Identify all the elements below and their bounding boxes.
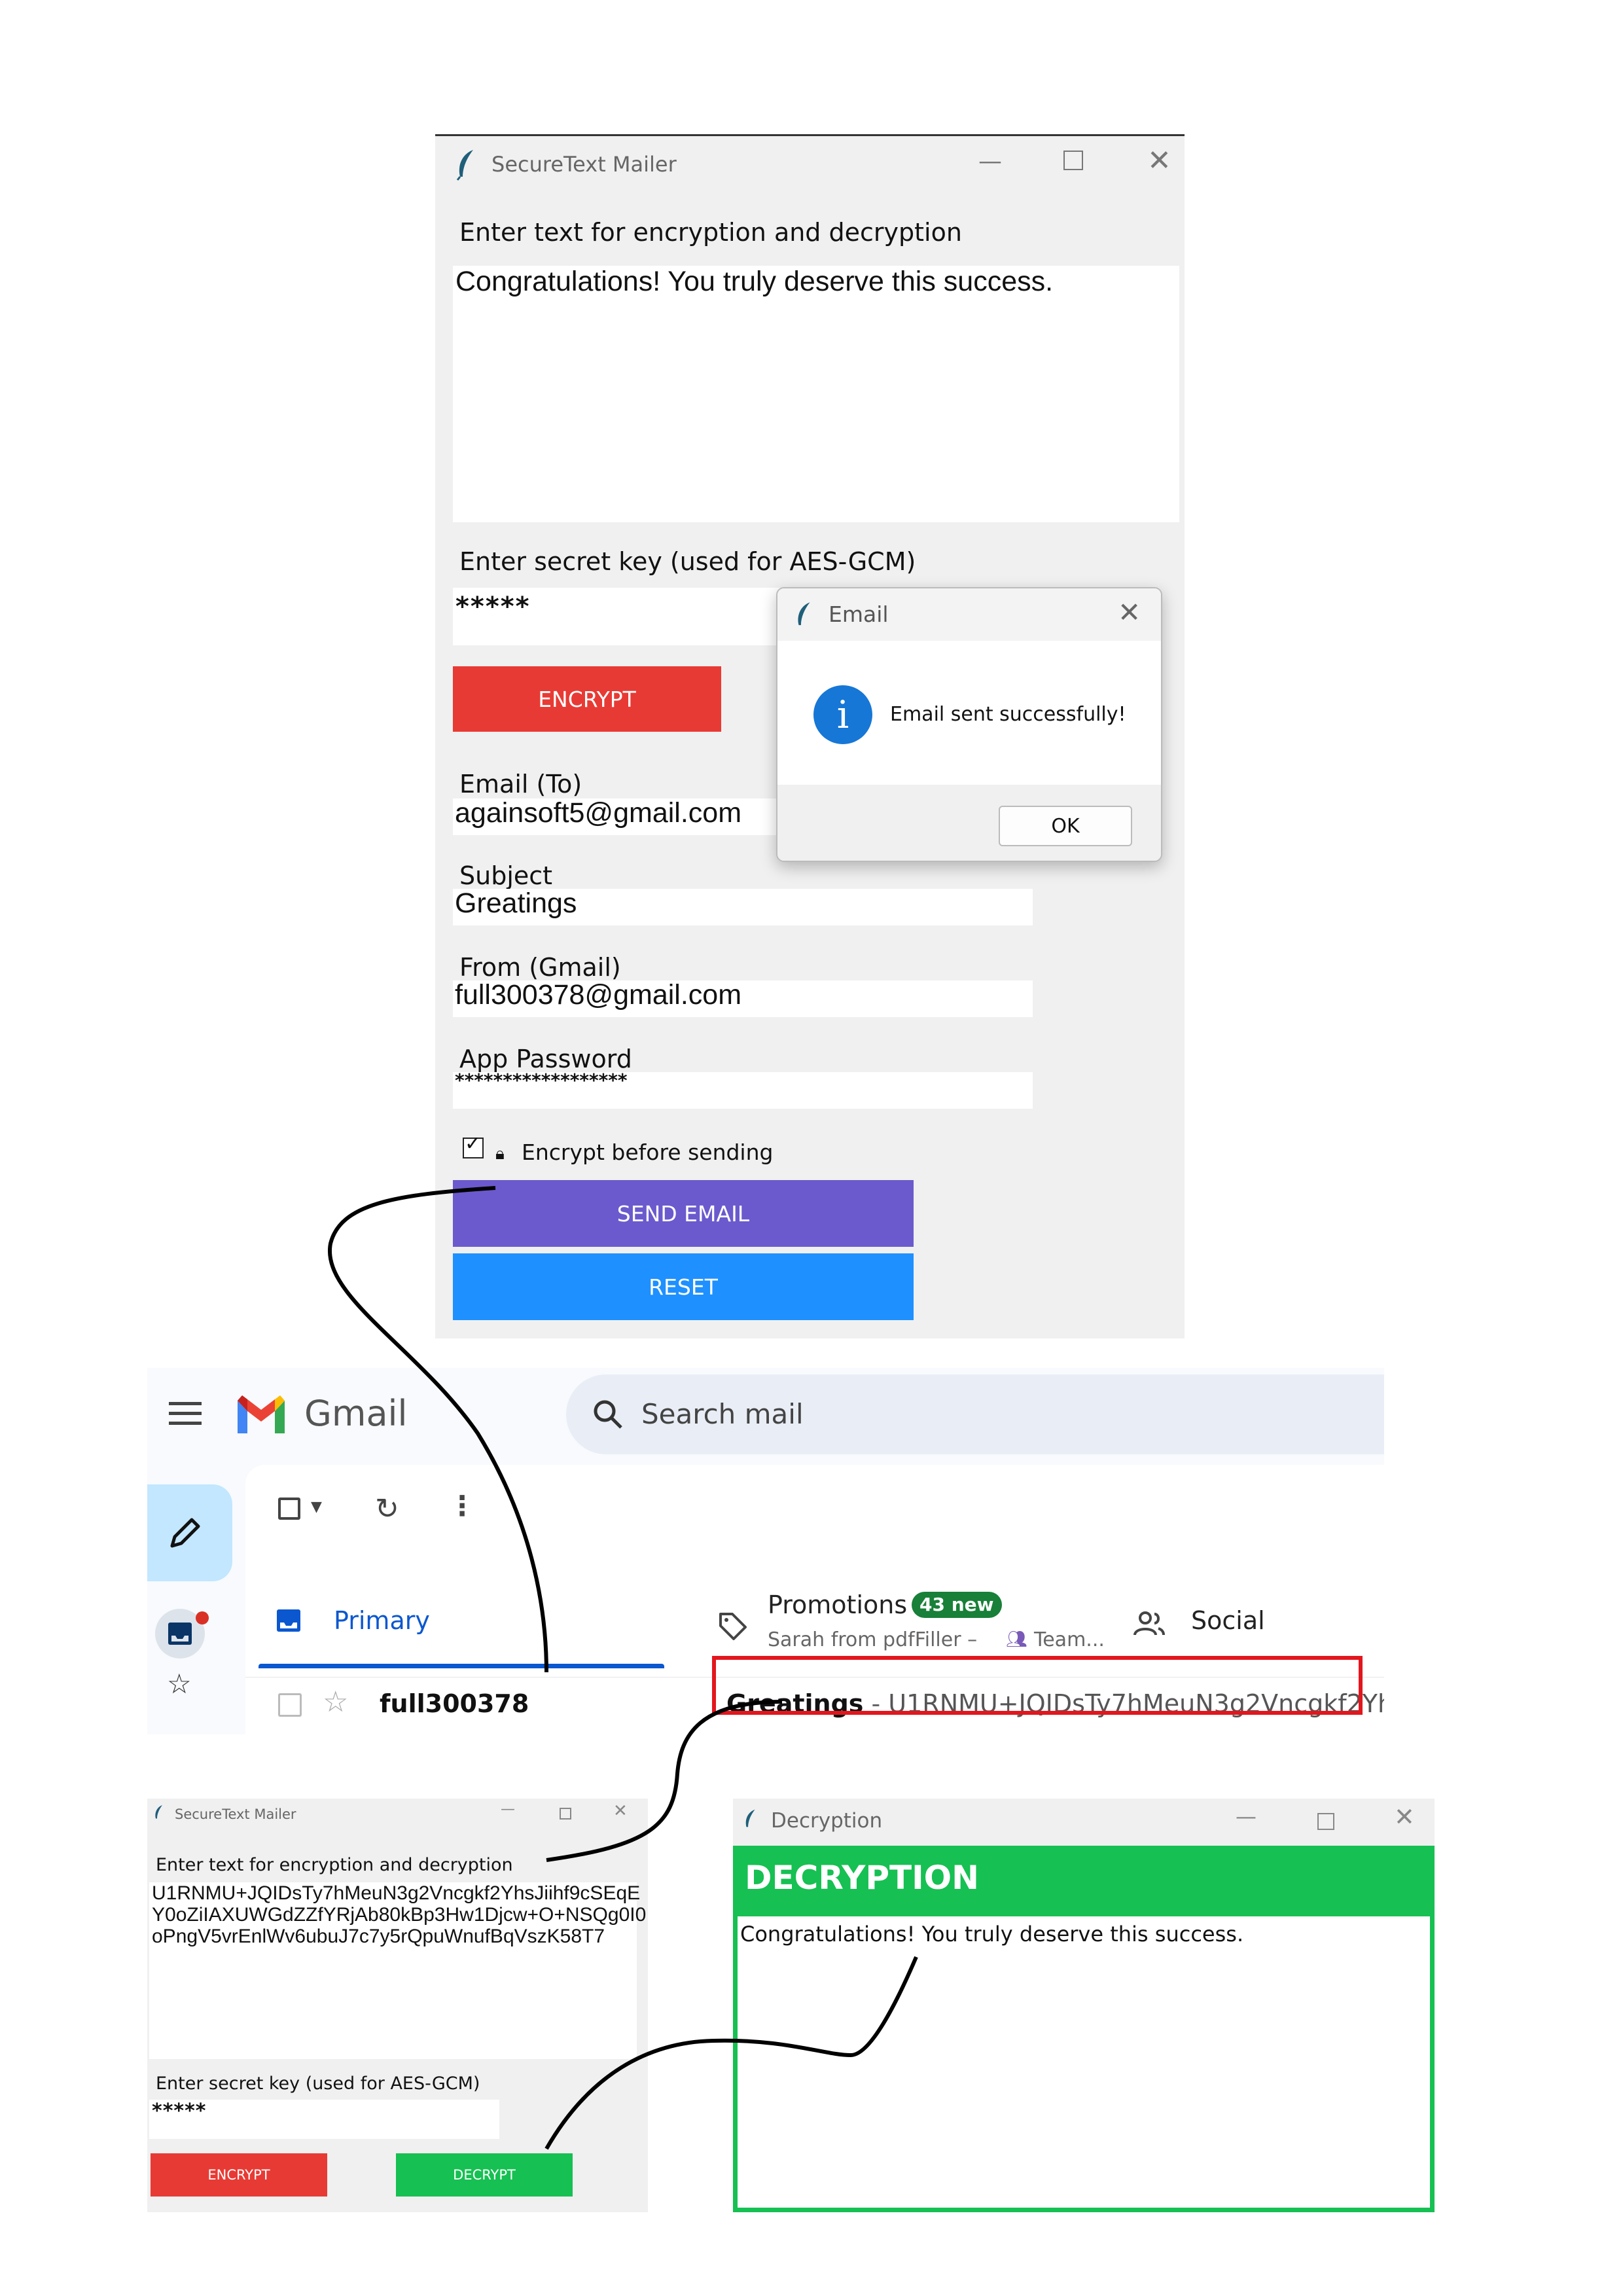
refresh-icon[interactable]: ↻ xyxy=(375,1492,399,1526)
promotions-sub-more: Team... xyxy=(1034,1628,1105,1651)
gmail-logo[interactable] xyxy=(234,1394,288,1435)
send-email-button-label: SEND EMAIL xyxy=(616,1200,750,1227)
row-checkbox[interactable] xyxy=(278,1693,302,1717)
search-bar[interactable]: Search mail xyxy=(566,1374,1384,1454)
inbox-nav-button[interactable] xyxy=(155,1609,209,1659)
row-sender: full300378 xyxy=(380,1689,529,1718)
feather-icon xyxy=(798,602,810,626)
from-input[interactable]: full300378@gmail.com xyxy=(453,979,1033,1017)
ok-button-label: OK xyxy=(1051,814,1080,838)
dialog-close-button[interactable]: ✕ xyxy=(1118,596,1141,628)
promotions-badge: 43 new xyxy=(912,1592,1002,1618)
from-value: full300378@gmail.com xyxy=(455,979,742,1011)
maximize-button[interactable] xyxy=(1063,151,1083,170)
window-title: SecureText Mailer xyxy=(491,151,677,177)
small-encrypt-button[interactable]: ENCRYPT xyxy=(151,2153,327,2197)
decrypt-button-label: DECRYPT xyxy=(453,2167,516,2183)
group-icon: 👥︎ xyxy=(1006,1630,1028,1649)
text-label: Enter text for encryption and decryption xyxy=(459,218,962,247)
cipher-line-3: oPngV5vrEnlWv6ubuJ7c7y5rQpuWnufBqVszK58T… xyxy=(152,1926,605,1947)
small-secret-key-input[interactable]: ***** xyxy=(149,2100,499,2139)
cipher-text-area[interactable]: U1RNMU+JQIDsTy7hMeuN3g2Vncgkf2YhsJiihf9c… xyxy=(149,1882,647,2059)
email-dialog: Email ✕ i Email sent successfully! OK xyxy=(776,587,1162,862)
dialog-title: Email xyxy=(829,601,889,627)
more-vert-icon[interactable]: ⋮ xyxy=(448,1490,476,1522)
reset-button-label: RESET xyxy=(649,1274,718,1300)
maximize-button[interactable] xyxy=(560,1808,571,1820)
subject-value: Greatings xyxy=(455,888,577,919)
feather-icon xyxy=(456,149,473,181)
subject-label: Subject xyxy=(459,861,553,890)
close-button[interactable]: ✕ xyxy=(613,1801,628,1821)
compose-pencil-icon xyxy=(170,1518,200,1548)
minimize-button[interactable]: — xyxy=(1236,1804,1257,1829)
decrypted-text: Congratulations! You truly deserve this … xyxy=(740,1922,1244,1946)
dialog-message: Email sent successfully! xyxy=(890,703,1126,726)
feather-icon xyxy=(155,1805,162,1819)
plaintext-value: Congratulations! You truly deserve this … xyxy=(455,266,1054,297)
search-icon xyxy=(594,1400,622,1429)
tab-social-label: Social xyxy=(1191,1606,1265,1635)
inbox-icon xyxy=(168,1623,192,1645)
ok-button[interactable]: OK xyxy=(999,806,1132,846)
select-all-checkbox[interactable] xyxy=(278,1498,300,1520)
tab-primary-underline xyxy=(259,1664,664,1668)
from-label: From (Gmail) xyxy=(459,953,621,982)
row-star-icon[interactable]: ☆ xyxy=(323,1685,348,1719)
search-input[interactable]: Search mail xyxy=(641,1398,804,1430)
info-icon: i xyxy=(813,685,872,744)
minimize-button[interactable]: — xyxy=(978,148,1002,175)
cipher-line-2: Y0oZiIAXUWGdZZfYRjAb80kBp3Hw1Djcw+O+NSQg… xyxy=(152,1904,647,1926)
close-button[interactable]: ✕ xyxy=(1147,144,1171,177)
decryption-window: Decryption — ✕ DECRYPTION Congratulation… xyxy=(733,1799,1435,2212)
subject-input[interactable]: Greatings xyxy=(453,888,1033,925)
app-password-input[interactable]: ****************** xyxy=(453,1069,1033,1109)
select-dropdown-icon[interactable]: ▼ xyxy=(311,1499,322,1515)
small-key-label: Enter secret key (used for AES-GCM) xyxy=(156,2073,480,2094)
menu-icon[interactable] xyxy=(169,1402,202,1425)
decryption-header: DECRYPTION xyxy=(745,1859,980,1897)
reset-button[interactable]: RESET xyxy=(453,1253,914,1320)
maximize-button[interactable] xyxy=(1317,1813,1334,1830)
decrypt-button[interactable]: DECRYPT xyxy=(396,2153,573,2197)
key-label: Enter secret key (used for AES-GCM) xyxy=(459,547,916,576)
securetext-mailer-window-small: SecureText Mailer — ✕ Enter text for enc… xyxy=(147,1799,648,2212)
send-email-button[interactable]: SEND EMAIL xyxy=(453,1180,914,1247)
inbox-icon xyxy=(277,1609,300,1632)
cipher-line-1: U1RNMU+JQIDsTy7hMeuN3g2Vncgkf2YhsJiihf9c… xyxy=(152,1882,641,1904)
tab-promotions-label: Promotions xyxy=(768,1590,908,1619)
small-secret-key-value: ***** xyxy=(152,2100,207,2123)
feather-icon xyxy=(745,1809,755,1827)
small-encrypt-button-label: ENCRYPT xyxy=(207,2167,270,2183)
promotions-sub-sender: Sarah from pdfFiller – xyxy=(768,1628,978,1651)
secret-key-value: ***** xyxy=(455,592,531,622)
app-password-value: ****************** xyxy=(455,1069,628,1091)
compose-button[interactable] xyxy=(147,1484,232,1581)
encrypt-before-label: Encrypt before sending xyxy=(522,1139,774,1165)
decrypted-text-area[interactable]: Congratulations! You truly deserve this … xyxy=(733,1916,1435,2212)
checkbox-icon: ✓ xyxy=(465,1132,482,1155)
tag-icon xyxy=(719,1613,747,1640)
small-text-label: Enter text for encryption and decryption xyxy=(156,1855,513,1875)
subject-highlight-box xyxy=(712,1656,1363,1715)
lock-icon: 🔒︎ xyxy=(495,1144,505,1164)
encrypt-button[interactable]: ENCRYPT xyxy=(453,666,721,732)
email-to-value: againsoft5@gmail.com xyxy=(455,797,742,829)
small-window-title: SecureText Mailer xyxy=(175,1806,296,1822)
notification-dot xyxy=(196,1611,209,1624)
gmail-brand: Gmail xyxy=(304,1393,408,1434)
tab-primary-label: Primary xyxy=(334,1606,430,1635)
decryption-window-title: Decryption xyxy=(771,1809,883,1833)
decryption-header-bar: DECRYPTION xyxy=(733,1846,1435,1916)
email-to-label: Email (To) xyxy=(459,770,582,798)
close-button[interactable]: ✕ xyxy=(1394,1803,1415,1831)
people-icon xyxy=(1133,1611,1165,1636)
plaintext-area[interactable]: Congratulations! You truly deserve this … xyxy=(453,266,1179,522)
encrypt-before-checkbox[interactable]: ✓ xyxy=(463,1132,484,1158)
encrypt-button-label: ENCRYPT xyxy=(538,686,636,712)
starred-nav-icon[interactable]: ☆ xyxy=(167,1668,192,1700)
tab-primary[interactable]: Primary xyxy=(259,1577,664,1670)
dialog-title-bar: Email ✕ xyxy=(777,588,1161,641)
minimize-button[interactable]: — xyxy=(501,1801,515,1818)
